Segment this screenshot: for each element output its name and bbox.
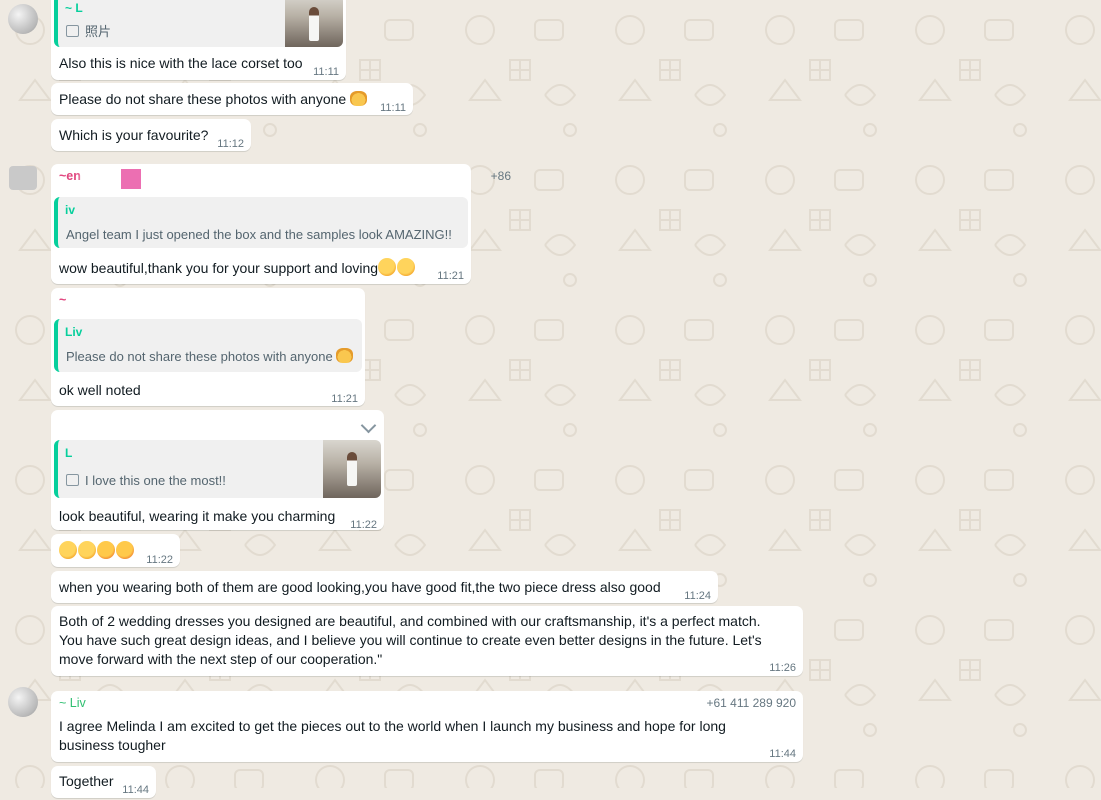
message-time: 11:21	[331, 393, 358, 405]
sender-name: ~ Liv	[59, 696, 86, 710]
message-time: 11:12	[217, 138, 244, 150]
redacted-block	[121, 169, 141, 189]
quoted-sender: iv	[65, 203, 76, 217]
message-time: 11:21	[437, 270, 464, 282]
sender-phone: +61 411 289 920	[706, 696, 796, 710]
sender-name: ~	[59, 293, 67, 307]
message-bubble[interactable]: L I love this one the most!! look beauti…	[51, 410, 384, 531]
image-icon	[66, 474, 79, 486]
message-bubble[interactable]: Please do not share these photos with an…	[51, 83, 413, 115]
message-text: Together	[59, 773, 114, 789]
heart-hands-emoji-icon	[336, 348, 354, 363]
message-bubble[interactable]: ~en +86 iv Angel team I just opened the …	[51, 164, 511, 284]
message-time: 11:24	[684, 590, 711, 602]
quoted-text: Please do not share these photos with an…	[66, 347, 354, 366]
message-text: wow beautiful,thank you for your support…	[59, 258, 416, 278]
message-bubble[interactable]: Which is your favourite? 11:12	[51, 119, 251, 151]
message-time: 11:11	[313, 66, 339, 78]
sender-phone: +86	[490, 169, 511, 183]
chevron-down-icon[interactable]	[360, 417, 377, 434]
kissing-face-emoji-icon	[116, 541, 134, 559]
avatar[interactable]	[9, 166, 37, 190]
partying-face-emoji-icon	[59, 541, 77, 559]
smiling-face-with-hearts-emoji-icon	[397, 258, 416, 276]
avatar[interactable]	[8, 4, 38, 34]
message-text	[59, 541, 135, 561]
message-time: 11:26	[769, 662, 796, 674]
sender-name: ~en	[59, 169, 81, 183]
image-icon	[66, 25, 79, 37]
message-bubble[interactable]: ~ L 照片 Also this is nice with the lace c…	[51, 0, 346, 80]
kissing-face-emoji-icon	[97, 541, 115, 559]
message-bubble[interactable]: ~ Liv Please do not share these photos w…	[51, 288, 365, 406]
message-time: 11:22	[146, 554, 173, 566]
message-time: 11:11	[380, 102, 406, 114]
avatar[interactable]	[8, 687, 38, 717]
heart-hands-emoji-icon	[350, 91, 368, 106]
message-text: when you wearing both of them are good l…	[59, 579, 661, 595]
message-bubble[interactable]: when you wearing both of them are good l…	[51, 571, 718, 603]
message-text: ok well noted	[59, 382, 141, 398]
message-text: look beautiful, wearing it make you char…	[59, 508, 336, 524]
message-time: 11:44	[122, 784, 149, 796]
message-bubble[interactable]: ~ Liv +61 411 289 920 I agree Melinda I …	[51, 691, 803, 762]
message-time: 11:44	[769, 748, 796, 760]
message-bubble[interactable]: Both of 2 wedding dresses you designed a…	[51, 606, 803, 676]
message-text: Both of 2 wedding dresses you designed a…	[59, 613, 766, 667]
quoted-message[interactable]: ~ L 照片	[54, 0, 343, 47]
quoted-message[interactable]: iv Angel team I just opened the box and …	[54, 197, 468, 248]
quoted-sender: ~ L	[65, 1, 83, 15]
quoted-text: 照片	[66, 22, 111, 41]
quoted-sender: Liv	[65, 325, 83, 339]
smiling-face-with-hearts-emoji-icon	[378, 258, 397, 276]
quoted-message[interactable]: L I love this one the most!!	[54, 440, 381, 498]
message-text: Please do not share these photos with an…	[59, 90, 368, 109]
quoted-message[interactable]: Liv Please do not share these photos wit…	[54, 319, 362, 372]
message-text: Also this is nice with the lace corset t…	[59, 55, 303, 71]
message-text: I agree Melinda I am excited to get the …	[59, 718, 730, 753]
message-time: 11:22	[350, 519, 377, 531]
quoted-photo-thumbnail[interactable]	[285, 0, 343, 47]
message-text: Which is your favourite?	[59, 127, 209, 143]
quoted-text: I love this one the most!!	[66, 471, 226, 490]
message-bubble[interactable]: 11:22	[51, 534, 180, 567]
message-bubble[interactable]: Together 11:44	[51, 766, 156, 798]
quoted-sender: L	[65, 446, 73, 460]
partying-face-emoji-icon	[78, 541, 96, 559]
quoted-text: Angel team I just opened the box and the…	[66, 227, 452, 242]
quoted-photo-thumbnail[interactable]	[323, 440, 381, 498]
